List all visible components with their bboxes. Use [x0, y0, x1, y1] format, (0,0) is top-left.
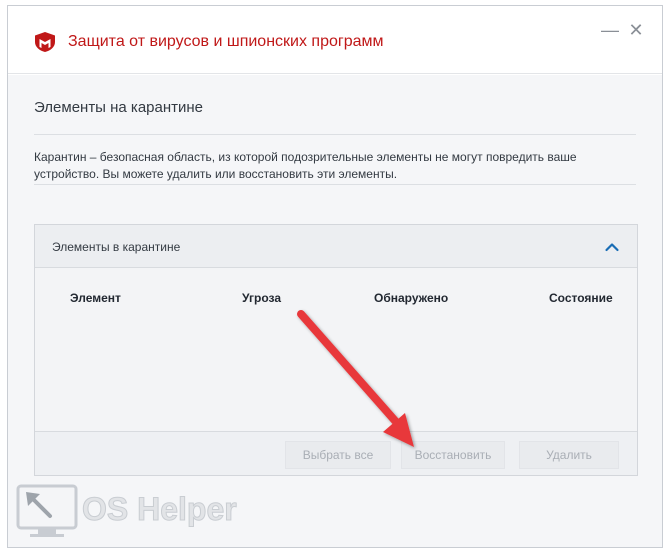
- app-title: Защита от вирусов и шпионских программ: [68, 33, 384, 50]
- os-helper-logo: OS Helper: [16, 484, 237, 537]
- restore-button[interactable]: Восстановить: [401, 441, 505, 469]
- quarantine-panel: Элементы в карантине Элемент Угроза Обна…: [34, 224, 638, 476]
- panel-title: Элементы в карантине: [52, 240, 181, 254]
- section-title: Элементы на карантине: [34, 99, 204, 116]
- title-bar: Защита от вирусов и шпионских программ —…: [8, 6, 662, 74]
- panel-footer: Выбрать все Восстановить Удалить: [35, 431, 637, 475]
- divider: [34, 184, 636, 185]
- column-header-threat[interactable]: Угроза: [242, 291, 281, 305]
- column-header-detected[interactable]: Обнаружено: [374, 291, 448, 305]
- description-text: Карантин – безопасная область, из которо…: [34, 150, 577, 181]
- main-content: Элементы на карантине Карантин – безопас…: [8, 75, 662, 547]
- watermark-text: OS Helper: [82, 491, 237, 527]
- mcafee-shield-icon: [35, 32, 55, 52]
- select-all-button[interactable]: Выбрать все: [285, 441, 391, 469]
- minimize-button[interactable]: —: [600, 20, 620, 40]
- column-header-element[interactable]: Элемент: [70, 291, 121, 305]
- divider: [34, 134, 636, 135]
- chevron-up-icon[interactable]: [604, 239, 620, 255]
- column-header-status[interactable]: Состояние: [549, 291, 613, 305]
- delete-button[interactable]: Удалить: [519, 441, 619, 469]
- app-window: Защита от вирусов и шпионских программ —…: [7, 5, 663, 548]
- close-button[interactable]: ✕: [626, 20, 646, 40]
- panel-header[interactable]: Элементы в карантине: [35, 225, 637, 268]
